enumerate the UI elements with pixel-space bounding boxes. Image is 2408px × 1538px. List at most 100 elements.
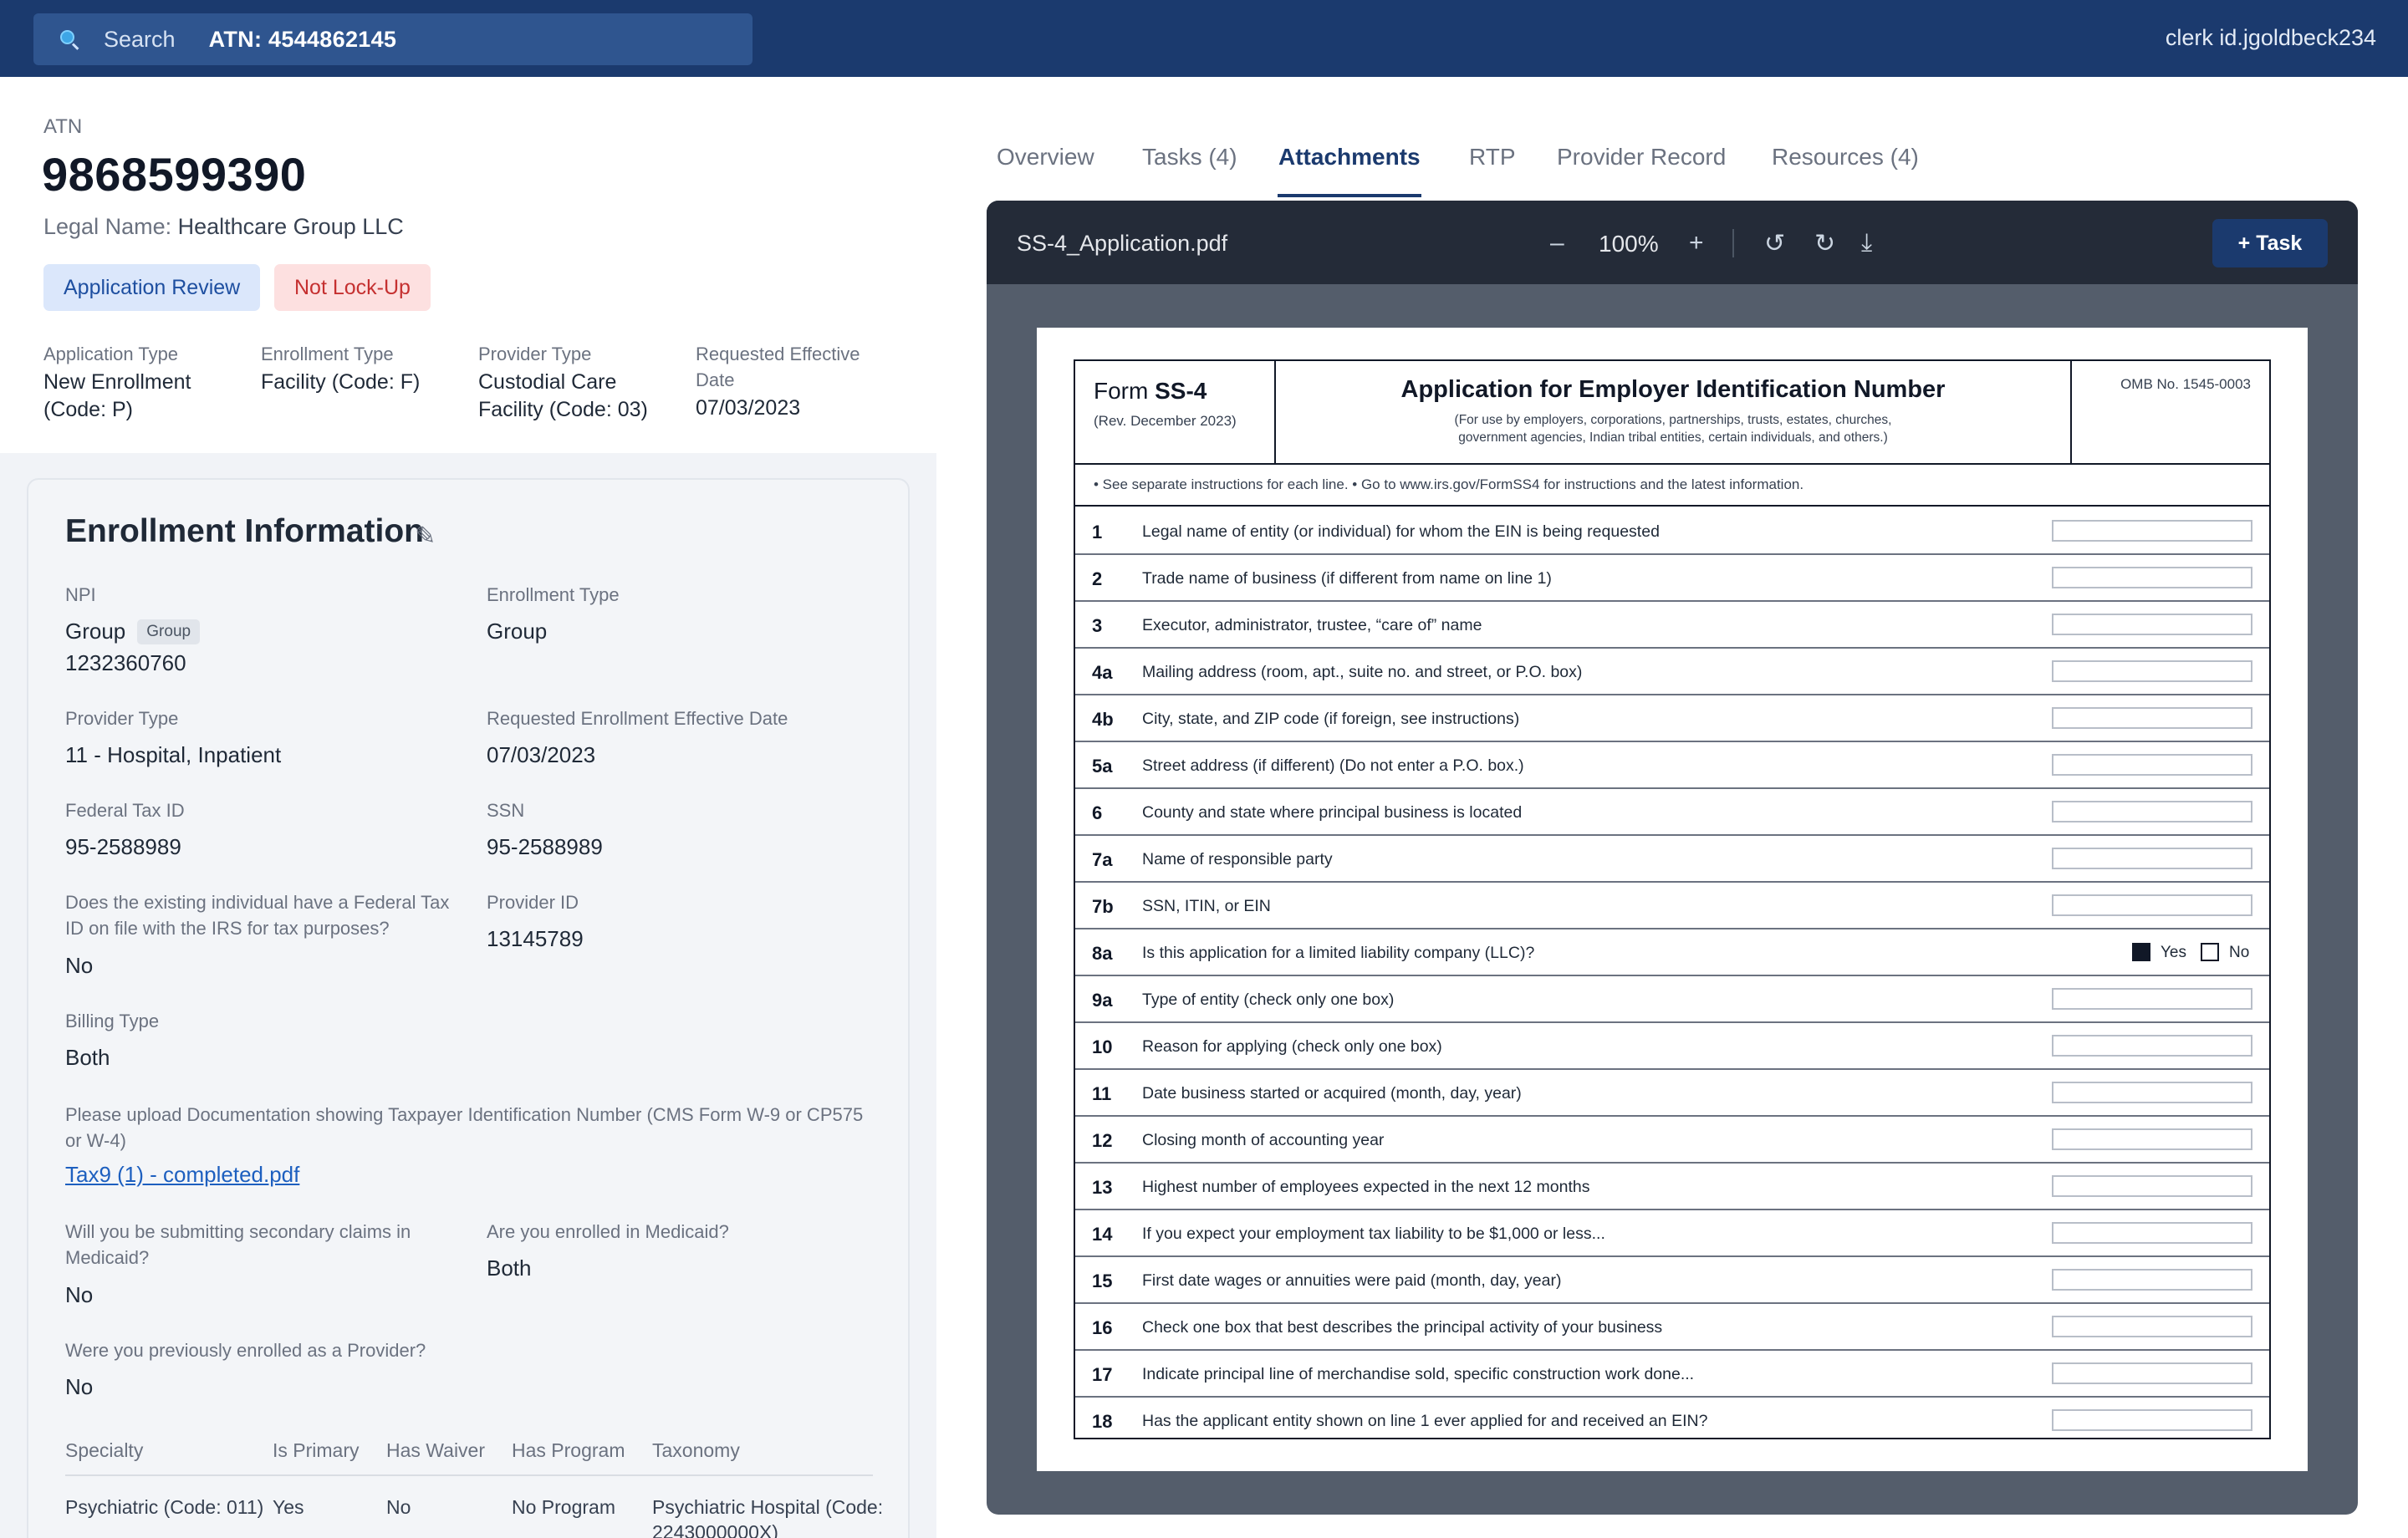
form-input-box[interactable] xyxy=(2052,1035,2252,1057)
form-line-number: 7b xyxy=(1092,896,1114,917)
download-icon[interactable]: ⤓ xyxy=(1861,229,1872,257)
form-input-box[interactable] xyxy=(2052,1269,2252,1291)
form-line-number: 18 xyxy=(1092,1411,1113,1432)
form-line-16: 16 Check one box that best describes the … xyxy=(1075,1304,2269,1351)
form-line-text: Reason for applying (check only one box) xyxy=(1142,1037,1442,1056)
form-line-18: 18 Has the applicant entity shown on line… xyxy=(1075,1398,2269,1444)
rotate-left-icon[interactable]: ↺ xyxy=(1764,229,1785,258)
form-word: Form xyxy=(1094,378,1149,404)
has-program-header: Has Program xyxy=(512,1439,625,1461)
form-input-box[interactable] xyxy=(2052,988,2252,1010)
form-input-box[interactable] xyxy=(2052,567,2252,588)
medicaid-value: Both xyxy=(487,1255,532,1281)
status-badge-lockup: Not Lock-Up xyxy=(274,264,431,311)
form-input-box[interactable] xyxy=(2052,520,2252,542)
user-id[interactable]: clerk id.jgoldbeck234 xyxy=(2166,25,2376,51)
meta-value: New Enrollment (Code: P) xyxy=(43,370,191,421)
form-line-13: 13 Highest number of employees expected i… xyxy=(1075,1164,2269,1210)
form-input-box[interactable] xyxy=(2052,1222,2252,1244)
tab-attachments[interactable]: Attachments xyxy=(1278,144,1421,171)
form-line-number: 11 xyxy=(1092,1083,1112,1104)
form-input-box[interactable] xyxy=(2052,1362,2252,1384)
tab-overview[interactable]: Overview xyxy=(997,144,1094,171)
form-line-number: 14 xyxy=(1092,1224,1113,1245)
irs-question-label: Does the existing individual have a Fede… xyxy=(65,892,450,939)
npi-label: NPI xyxy=(65,584,96,605)
form-line-text: Has the applicant entity shown on line 1… xyxy=(1142,1412,1708,1430)
tab-provider-record[interactable]: Provider Record xyxy=(1557,144,1726,171)
meta-enrollment-type: Enrollment Type Facility (Code: F) xyxy=(261,341,470,396)
zoom-in-button[interactable]: + xyxy=(1689,229,1704,257)
form-line-7a: 7a Name of responsible party xyxy=(1075,836,2269,883)
meta-application-type: Application Type New Enrollment (Code: P… xyxy=(43,341,253,424)
meta-label: Application Type xyxy=(43,344,179,364)
form-line-text: Legal name of entity (or individual) for… xyxy=(1142,522,1660,541)
form-input-box[interactable] xyxy=(2052,1082,2252,1103)
form-title-block: Application for Employer Identification … xyxy=(1276,361,2070,465)
tab-resources[interactable]: Resources (4) xyxy=(1772,144,1919,171)
form-line-number: 17 xyxy=(1092,1364,1113,1385)
rotate-right-icon[interactable]: ↻ xyxy=(1814,229,1835,258)
has-waiver-cell: No xyxy=(386,1496,411,1518)
form-line-number: 13 xyxy=(1092,1177,1113,1198)
medicaid-label: Are you enrolled in Medicaid? xyxy=(487,1221,729,1242)
irs-question-value: No xyxy=(65,953,94,978)
provider-id-label: Provider ID xyxy=(487,892,579,913)
form-id-block: Form SS-4 (Rev. December 2023) xyxy=(1075,361,1276,465)
form-line-text: If you expect your employment tax liabil… xyxy=(1142,1225,1605,1243)
search-value[interactable]: ATN: 4544862145 xyxy=(209,27,397,53)
form-line-text: Street address (if different) (Do not en… xyxy=(1142,756,1524,775)
form-line-9a: 9a Type of entity (check only one box) xyxy=(1075,976,2269,1023)
form-line-text: Date business started or acquired (month… xyxy=(1142,1084,1522,1103)
has-waiver-header: Has Waiver xyxy=(386,1439,485,1461)
form-input-box[interactable] xyxy=(2052,614,2252,635)
form-input-box[interactable] xyxy=(2052,848,2252,869)
form-input-box[interactable] xyxy=(2052,894,2252,916)
form-line-number: 8a xyxy=(1092,943,1113,964)
npi-value: 1232360760 xyxy=(65,650,186,675)
form-line-number: 2 xyxy=(1092,568,1103,589)
add-task-button[interactable]: + Task xyxy=(2212,219,2328,267)
search-input[interactable]: Search ATN: 4544862145 xyxy=(33,13,752,65)
edit-pencil-icon[interactable]: ✎ xyxy=(415,522,436,551)
has-program-cell: No Program xyxy=(512,1496,615,1518)
taxonomy-header: Taxonomy xyxy=(652,1439,740,1461)
secondary-claims-label: Will you be submitting secondary claims … xyxy=(65,1221,411,1268)
tab-rtp[interactable]: RTP xyxy=(1469,144,1516,171)
npi-group-chip: Group xyxy=(137,619,201,644)
tab-tasks[interactable]: Tasks (4) xyxy=(1142,144,1237,171)
is-primary-header: Is Primary xyxy=(273,1439,360,1461)
form-line-number: 6 xyxy=(1092,802,1103,823)
form-line-14: 14 If you expect your employment tax liab… xyxy=(1075,1210,2269,1257)
effective-date-value: 07/03/2023 xyxy=(487,742,596,767)
tax-document-link[interactable]: Tax9 (1) - completed.pdf xyxy=(65,1162,299,1188)
omb-number: OMB No. 1545-0003 xyxy=(2120,376,2251,392)
llc-yes-checkbox[interactable] xyxy=(2132,943,2150,961)
form-input-box[interactable] xyxy=(2052,1316,2252,1337)
provider-id-value: 13145789 xyxy=(487,926,584,951)
form-line-4a: 4a Mailing address (room, apt., suite no.… xyxy=(1075,649,2269,695)
zoom-out-button[interactable]: – xyxy=(1550,229,1564,257)
form-input-box[interactable] xyxy=(2052,1409,2252,1431)
form-input-box[interactable] xyxy=(2052,707,2252,729)
specialty-cell: Psychiatric (Code: 011) xyxy=(65,1496,264,1518)
form-line-12: 12 Closing month of accounting year xyxy=(1075,1117,2269,1164)
llc-no-checkbox[interactable] xyxy=(2201,943,2219,961)
ssn-label: SSN xyxy=(487,800,525,821)
form-input-box[interactable] xyxy=(2052,660,2252,682)
form-input-box[interactable] xyxy=(2052,1175,2252,1197)
form-line-10: 10 Reason for applying (check only one bo… xyxy=(1075,1023,2269,1070)
ssn-value: 95-2588989 xyxy=(487,834,603,859)
form-input-box[interactable] xyxy=(2052,801,2252,822)
form-subtitle: (For use by employers, corporations, par… xyxy=(1454,413,1892,445)
form-input-box[interactable] xyxy=(2052,1128,2252,1150)
pdf-page: Form SS-4 (Rev. December 2023) Applicati… xyxy=(1037,328,2308,1471)
form-line-text: Executor, administrator, trustee, “care … xyxy=(1142,616,1482,634)
form-line-2: 2 Trade name of business (if different fr… xyxy=(1075,555,2269,602)
form-title: Application for Employer Identification … xyxy=(1400,376,1946,403)
top-bar: Search ATN: 4544862145 clerk id.jgoldbec… xyxy=(0,0,2408,77)
form-line-17: 17 Indicate principal line of merchandise… xyxy=(1075,1351,2269,1398)
form-line-number: 7a xyxy=(1092,849,1113,870)
form-input-box[interactable] xyxy=(2052,754,2252,776)
upload-doc-label: Please upload Documentation showing Taxp… xyxy=(65,1104,864,1151)
